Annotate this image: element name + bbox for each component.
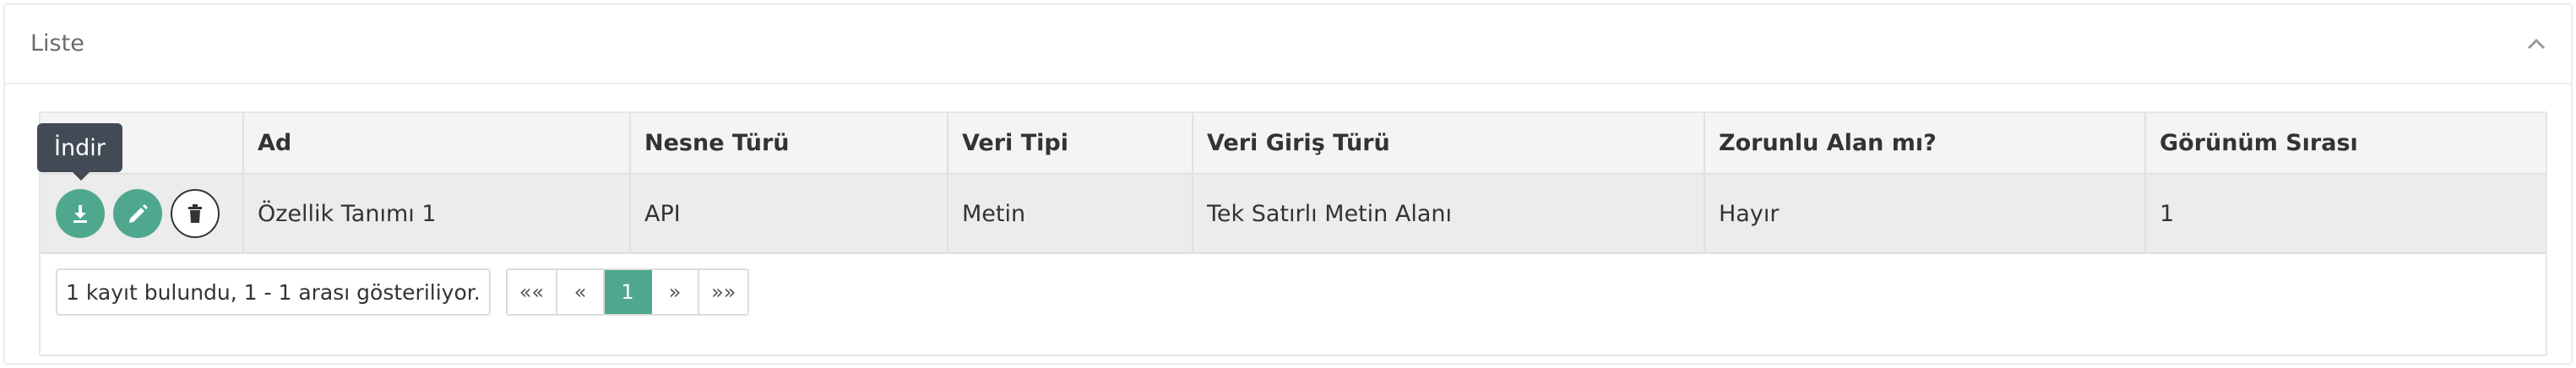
page-button-current[interactable]: 1: [605, 270, 653, 314]
cell-zorunlu-alan: Hayır: [1704, 174, 2146, 254]
column-header-gorunum-sirasi[interactable]: Görünüm Sırası: [2145, 113, 2546, 175]
data-table: Ad Nesne Türü Veri Tipi Veri Giriş Türü …: [41, 113, 2546, 254]
column-header-veri-tipi[interactable]: Veri Tipi: [948, 113, 1193, 175]
pencil-icon: [129, 204, 148, 223]
cell-nesne-turu: API: [630, 174, 948, 254]
table-footer: 1 kayıt bulundu, 1 - 1 arası gösteriliyo…: [56, 268, 750, 316]
column-header-ad[interactable]: Ad: [243, 113, 631, 175]
cell-veri-giris-turu: Tek Satırlı Metin Alanı: [1193, 174, 1705, 254]
download-icon: [73, 205, 87, 223]
cell-veri-tipi: Metin: [948, 174, 1193, 254]
cell-ad: Özellik Tanımı 1: [243, 174, 631, 254]
prev-page-button[interactable]: «: [557, 270, 606, 314]
table-row: Özellik Tanımı 1 API Metin Tek Satırlı M…: [41, 174, 2546, 254]
panel-title: Liste: [30, 30, 84, 57]
delete-button[interactable]: [171, 189, 220, 238]
first-page-button[interactable]: ««: [507, 270, 558, 314]
data-table-container: Ad Nesne Türü Veri Tipi Veri Giriş Türü …: [39, 111, 2547, 356]
table-header-row: Ad Nesne Türü Veri Tipi Veri Giriş Türü …: [41, 113, 2546, 175]
cell-gorunum-sirasi: 1: [2145, 174, 2546, 254]
record-count-info: 1 kayıt bulundu, 1 - 1 arası gösteriliyo…: [56, 268, 491, 316]
download-button[interactable]: [56, 189, 105, 238]
column-header-zorunlu-alan[interactable]: Zorunlu Alan mı?: [1704, 113, 2146, 175]
edit-button[interactable]: [113, 189, 162, 238]
download-tooltip: İndir: [37, 123, 122, 181]
pagination: «« « 1 » »»: [505, 268, 750, 316]
panel-header: Liste: [5, 5, 2571, 84]
list-panel: Liste Ad Nesne Türü Veri Tipi Veri Giriş…: [3, 3, 2573, 365]
chevron-up-icon[interactable]: [2524, 32, 2549, 57]
column-header-nesne-turu[interactable]: Nesne Türü: [630, 113, 948, 175]
next-page-button[interactable]: »: [652, 270, 700, 314]
last-page-button[interactable]: »»: [699, 270, 748, 314]
row-actions-cell: [41, 174, 244, 254]
column-header-veri-giris-turu[interactable]: Veri Giriş Türü: [1193, 113, 1705, 175]
trash-icon: [188, 204, 202, 223]
